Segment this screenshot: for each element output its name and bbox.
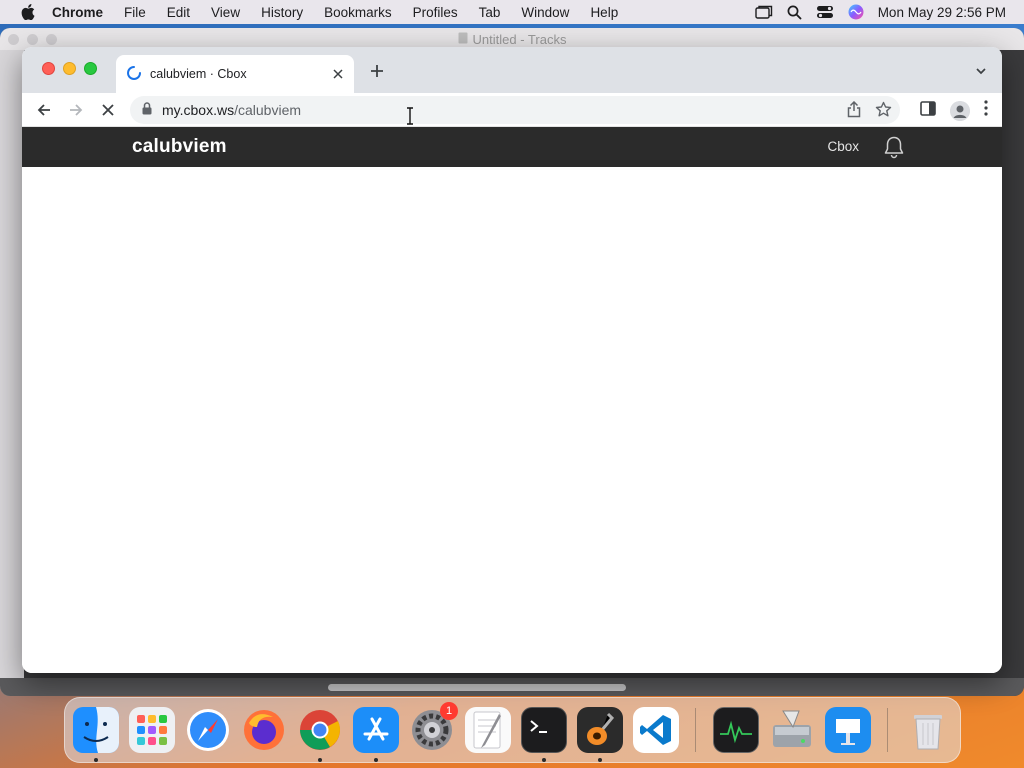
page-content-area xyxy=(22,167,1002,673)
safari-icon[interactable] xyxy=(185,707,231,753)
background-minimize-button[interactable] xyxy=(27,34,38,45)
siri-icon[interactable] xyxy=(848,4,864,20)
close-tab-icon[interactable] xyxy=(330,66,346,82)
launchpad-icon[interactable] xyxy=(129,707,175,753)
menu-file[interactable]: File xyxy=(124,5,146,20)
menu-app-name[interactable]: Chrome xyxy=(52,5,103,20)
finder-icon[interactable] xyxy=(73,707,119,753)
tab-title: calubviem · Cbox xyxy=(150,67,247,81)
cbox-nav-link[interactable]: Cbox xyxy=(827,139,859,154)
site-header: calubviem Cbox xyxy=(22,127,1002,167)
stop-loading-icon[interactable] xyxy=(99,101,117,119)
menu-edit[interactable]: Edit xyxy=(167,5,190,20)
browser-toolbar: my.cbox.ws/calubviem xyxy=(22,93,1002,127)
url-path: /calubviem xyxy=(234,102,302,118)
browser-menu-icon[interactable] xyxy=(984,100,988,121)
tab-search-chevron-icon[interactable] xyxy=(974,64,988,78)
zoom-window-button[interactable] xyxy=(84,62,97,75)
dock-separator xyxy=(695,708,696,752)
app-store-running-indicator xyxy=(374,758,378,762)
firefox-icon[interactable] xyxy=(241,707,287,753)
side-panel-icon[interactable] xyxy=(920,100,936,121)
menu-tab[interactable]: Tab xyxy=(479,5,501,20)
spotlight-search-icon[interactable] xyxy=(787,5,802,20)
background-close-button[interactable] xyxy=(8,34,19,45)
finder-running-indicator xyxy=(94,758,98,762)
background-sidebar xyxy=(0,50,24,696)
background-window-title: Untitled - Tracks xyxy=(472,31,567,47)
chrome-icon[interactable] xyxy=(297,707,343,753)
garageband-running-indicator xyxy=(598,758,602,762)
activity-monitor-icon[interactable] xyxy=(713,707,759,753)
url-host: my.cbox.ws xyxy=(162,102,235,118)
browser-tab-active[interactable]: calubviem · Cbox xyxy=(116,55,354,93)
terminal-running-indicator xyxy=(542,758,546,762)
text-cursor-icon xyxy=(405,107,415,125)
garageband-icon[interactable] xyxy=(577,707,623,753)
control-center-icon[interactable] xyxy=(816,5,834,19)
menubar-clock[interactable]: Mon May 29 2:56 PM xyxy=(878,5,1006,20)
menu-history[interactable]: History xyxy=(261,5,303,20)
vscode-icon[interactable] xyxy=(633,707,679,753)
chrome-window: calubviem · Cbox my.cbox.ws/calubviem ca… xyxy=(22,47,1002,673)
keynote-icon[interactable] xyxy=(825,707,871,753)
menu-view[interactable]: View xyxy=(211,5,240,20)
forward-arrow-icon[interactable] xyxy=(67,101,85,119)
trash-icon[interactable] xyxy=(905,707,951,753)
notification-bell-icon[interactable] xyxy=(882,135,906,159)
dock xyxy=(64,697,961,763)
disk-utility-icon[interactable] xyxy=(769,707,815,753)
address-bar[interactable]: my.cbox.ws/calubviem xyxy=(130,96,900,124)
site-brand[interactable]: calubviem xyxy=(132,136,227,158)
menu-help[interactable]: Help xyxy=(590,5,618,20)
chrome-running-indicator xyxy=(318,758,322,762)
textedit-icon[interactable] xyxy=(465,707,511,753)
back-arrow-icon[interactable] xyxy=(35,101,53,119)
menu-bar: Chrome File Edit View History Bookmarks … xyxy=(0,0,1024,24)
close-window-button[interactable] xyxy=(42,62,55,75)
bookmark-star-icon[interactable] xyxy=(875,101,892,121)
menu-window[interactable]: Window xyxy=(521,5,569,20)
document-icon xyxy=(458,32,468,47)
terminal-icon[interactable] xyxy=(521,707,567,753)
share-icon[interactable] xyxy=(847,100,861,121)
menu-profiles[interactable]: Profiles xyxy=(413,5,458,20)
dock-separator-trash xyxy=(887,708,888,752)
profile-avatar-icon[interactable] xyxy=(950,100,970,121)
background-horizontal-scrollbar[interactable] xyxy=(328,684,626,691)
background-window-controls xyxy=(8,34,57,45)
new-tab-icon[interactable] xyxy=(368,62,386,80)
minimize-window-button[interactable] xyxy=(63,62,76,75)
lock-icon[interactable] xyxy=(142,102,152,118)
background-zoom-button[interactable] xyxy=(46,34,57,45)
window-controls xyxy=(42,62,97,75)
loading-spinner-icon xyxy=(126,65,142,84)
display-icon[interactable] xyxy=(754,5,773,19)
app-store-icon[interactable] xyxy=(353,707,399,753)
apple-menu-icon[interactable] xyxy=(18,2,38,22)
tab-strip: calubviem · Cbox xyxy=(22,47,1002,93)
settings-notification-badge: 1 xyxy=(440,702,458,720)
menu-bookmarks[interactable]: Bookmarks xyxy=(324,5,392,20)
